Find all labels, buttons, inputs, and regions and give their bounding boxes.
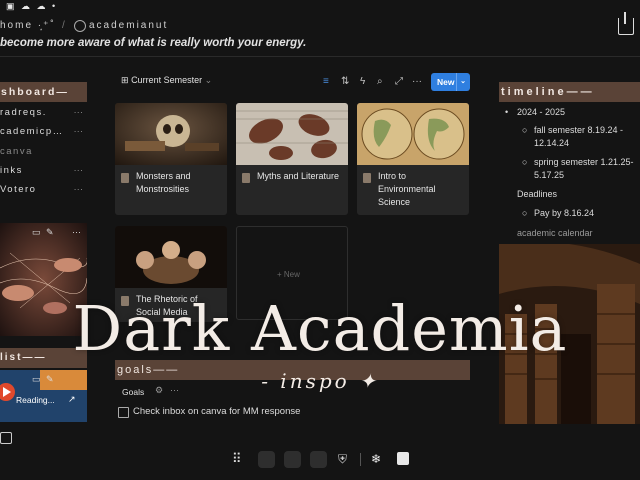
shield-icon[interactable]: ⛨ — [338, 452, 347, 467]
more-icon[interactable]: ··· — [74, 181, 84, 199]
bullet-icon: • — [505, 107, 509, 117]
todo-checkbox[interactable] — [118, 407, 129, 418]
app-dock: ⠿ ⛨ ❄ — [226, 447, 416, 475]
sidebar-item-label: radreqs. — [0, 107, 47, 118]
app-grid-icon[interactable]: ⠿ — [232, 451, 242, 467]
view-selector[interactable]: ⊞ Current Semester ⌄ — [121, 75, 212, 86]
gallery-toolbar: ⊞ Current Semester ⌄ ≡ ⇅ ϟ ⌕ ⤢ ··· New ⌄ — [115, 72, 470, 92]
notes-icon[interactable] — [397, 452, 409, 465]
app-folder-icon[interactable] — [284, 451, 301, 468]
search-icon[interactable]: ⌕ — [377, 76, 383, 87]
share-icon[interactable] — [618, 12, 634, 35]
app-folder-icon[interactable] — [310, 451, 327, 468]
edit-icon[interactable] — [0, 432, 12, 444]
more-icon[interactable]: ··· — [74, 104, 84, 122]
sidebar-item-canva[interactable]: canva — [0, 143, 87, 161]
sidebar-item-label: inks — [0, 165, 23, 176]
app-folder-icon[interactable] — [258, 451, 275, 468]
breadcrumb-page[interactable]: academianut — [89, 20, 168, 31]
more-icon[interactable]: ··· — [72, 227, 81, 237]
dashboard-header: shboard— — [0, 82, 87, 102]
more-icon[interactable]: ··· — [74, 162, 84, 180]
timeline-year: 2024 - 2025 — [517, 107, 566, 117]
comment-icon[interactable]: ▭ — [32, 227, 41, 238]
todo-text: Check inbox on canva for MM response — [133, 406, 301, 417]
card-title: Monsters and Monstrosities — [136, 171, 191, 194]
card-cover — [236, 103, 348, 165]
overlay-subtitle: - inspo ✦ — [261, 369, 379, 393]
card-environmental[interactable]: Intro to Environmental Science — [357, 103, 469, 215]
circle-bullet-icon: ○ — [522, 208, 528, 218]
filter-icon[interactable]: ≡ — [323, 76, 329, 87]
circle-bullet-icon: ○ — [522, 125, 528, 135]
card-title: Myths and Literature — [257, 171, 340, 181]
page-icon — [74, 20, 86, 32]
view-label: Current Semester — [131, 75, 203, 85]
card-myths[interactable]: Myths and Literature — [236, 103, 348, 215]
card-cover — [115, 226, 227, 288]
new-card-label: + New — [277, 270, 300, 279]
more-icon[interactable]: ··· — [74, 123, 84, 141]
sidebar-item-label: canva — [0, 146, 33, 157]
academic-calendar-link[interactable]: academic calendar — [517, 228, 593, 238]
more-icon[interactable]: ··· — [412, 76, 422, 87]
sidebar-item-academicplan[interactable]: cademicp… ··· — [0, 123, 87, 141]
chevron-down-icon[interactable]: ⌄ — [456, 73, 466, 91]
sidebar-item-zotero[interactable]: Votero ··· — [0, 181, 87, 199]
open-link-icon[interactable]: ↗ — [68, 394, 76, 405]
card-cover — [115, 103, 227, 165]
page-quote: become more aware of what is really wort… — [0, 37, 307, 49]
card-title: Intro to Environmental Science — [378, 171, 436, 207]
document-icon — [363, 173, 371, 183]
sidebar-item-label: Votero — [0, 184, 37, 195]
sidebar-item-links[interactable]: inks ··· — [0, 162, 87, 180]
circle-bullet-icon: ○ — [522, 157, 528, 167]
expand-icon[interactable]: ⤢ — [395, 76, 403, 87]
gallery-view-icon: ⊞ — [121, 75, 129, 85]
edit-block-icon[interactable]: ✎ — [46, 227, 54, 238]
reading-label: Reading... — [16, 395, 55, 405]
sidebar-item-label: cademicp… — [0, 126, 64, 137]
divider — [0, 56, 640, 57]
new-button-label: New — [437, 77, 455, 87]
sidebar-item-gradreqs[interactable]: radreqs. ··· — [0, 104, 87, 122]
dock-divider — [360, 453, 361, 466]
automation-icon[interactable]: ϟ — [360, 76, 365, 87]
overlay-title: Dark Academia — [72, 292, 568, 365]
timeline-spring: spring semester 1.21.25- 5.17.25 — [534, 157, 634, 180]
breadcrumb-separator: / — [62, 20, 67, 31]
timeline-header: timeline—— — [499, 82, 640, 102]
sort-icon[interactable]: ⇅ — [341, 76, 349, 87]
status-icons: ▣ ☁ ☁ • — [6, 1, 58, 11]
timeline-pay: Pay by 8.16.24 — [534, 208, 595, 218]
snowflake-icon[interactable]: ❄ — [371, 452, 381, 466]
card-monsters[interactable]: Monsters and Monstrosities — [115, 103, 227, 215]
timeline-fall: fall semester 8.19.24 - 12.14.24 — [534, 125, 624, 148]
status-bar: ▣ ☁ ☁ • — [0, 0, 640, 14]
document-icon — [121, 173, 129, 183]
breadcrumb-home[interactable]: home ·͙⁺˚ — [0, 20, 56, 31]
document-icon — [242, 173, 250, 183]
card-cover — [357, 103, 469, 165]
timeline-deadlines: Deadlines — [517, 189, 558, 199]
chevron-down-icon: ⌄ — [204, 75, 213, 85]
new-button[interactable]: New ⌄ — [431, 73, 470, 91]
